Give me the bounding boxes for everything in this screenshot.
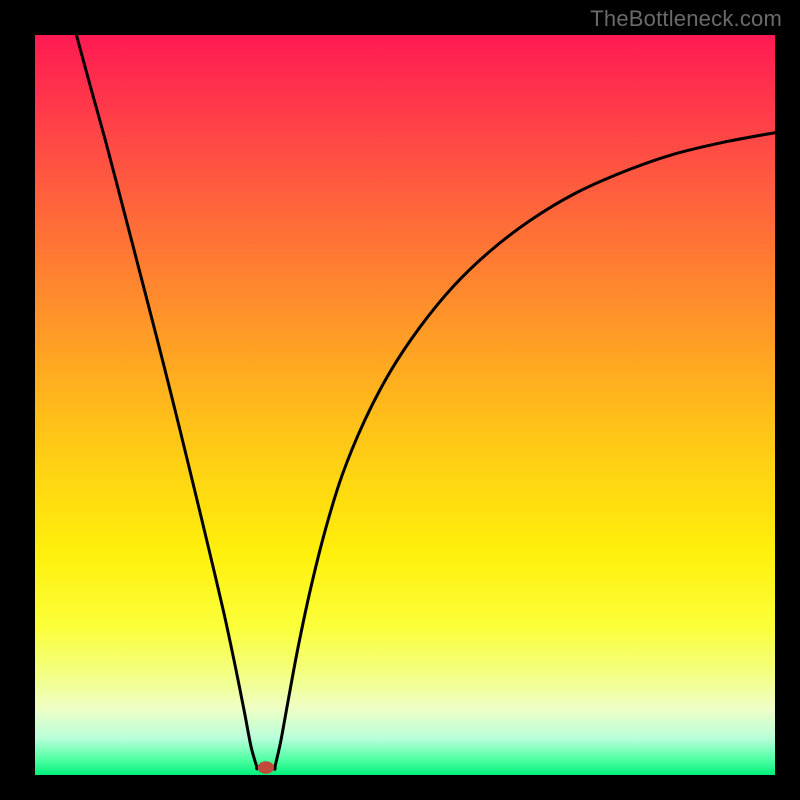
watermark-text: TheBottleneck.com xyxy=(590,6,782,32)
min-marker xyxy=(258,761,274,774)
chart-frame: TheBottleneck.com xyxy=(0,0,800,800)
bottleneck-curve xyxy=(76,35,775,769)
curve-svg xyxy=(35,35,775,775)
plot-area xyxy=(35,35,775,775)
